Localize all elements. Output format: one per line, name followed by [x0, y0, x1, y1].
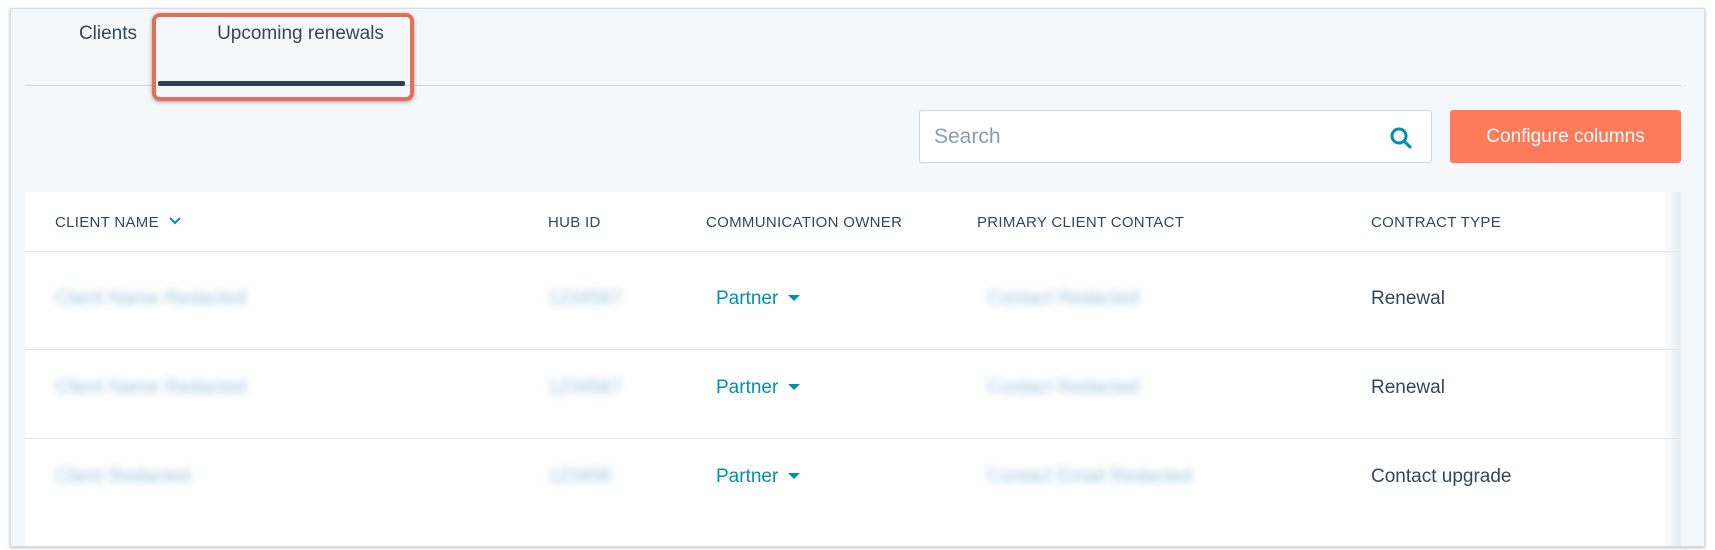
configure-columns-button[interactable]: Configure columns: [1450, 110, 1681, 163]
tab-clients[interactable]: Clients: [53, 9, 163, 72]
column-header-communication-owner[interactable]: COMMUNICATION OWNER: [706, 214, 902, 231]
primary-contact-link[interactable]: Contact Redacted: [987, 288, 1139, 310]
table-header: CLIENT NAME HUB ID COMMUNICATION OWNER P…: [25, 192, 1681, 252]
chevron-down-icon[interactable]: [169, 217, 182, 225]
annotation-highlight-box: [152, 13, 414, 101]
owner-label: Partner: [716, 288, 779, 309]
app-frame: Clients Upcoming renewals Configure colu…: [10, 8, 1705, 547]
column-header-hub-id[interactable]: HUB ID: [548, 214, 601, 231]
owner-label: Partner: [716, 466, 779, 487]
clients-table: CLIENT NAME HUB ID COMMUNICATION OWNER P…: [25, 192, 1681, 546]
hub-id-cell: 123456: [548, 466, 612, 487]
client-name-link[interactable]: Client Name Redacted: [55, 288, 246, 310]
contract-type-cell: Contact upgrade: [1371, 466, 1512, 487]
table-row: Client Name Redacted 1234567 Partner Con…: [25, 252, 1681, 350]
column-header-label: CLIENT NAME: [55, 214, 159, 231]
owner-label: Partner: [716, 377, 779, 398]
client-name-link[interactable]: Client Name Redacted: [55, 377, 246, 399]
search-input[interactable]: [920, 111, 1374, 162]
configure-columns-label: Configure columns: [1486, 125, 1645, 147]
client-name-link[interactable]: Client Redacted: [55, 466, 190, 488]
communication-owner-dropdown[interactable]: Partner: [716, 377, 801, 399]
table-row: Client Name Redacted 1234567 Partner Con…: [25, 341, 1681, 439]
primary-contact-link[interactable]: Contact Redacted: [987, 377, 1139, 399]
tab-clients-label: Clients: [78, 23, 138, 44]
communication-owner-dropdown[interactable]: Partner: [716, 288, 801, 310]
caret-down-icon: [788, 473, 801, 479]
column-header-contract-type[interactable]: CONTRACT TYPE: [1371, 214, 1501, 231]
contract-type-cell: Renewal: [1371, 377, 1445, 398]
column-header-client-name[interactable]: CLIENT NAME: [55, 214, 182, 231]
caret-down-icon: [788, 384, 801, 390]
column-header-primary-client-contact[interactable]: PRIMARY CLIENT CONTACT: [977, 214, 1184, 231]
caret-down-icon: [788, 295, 801, 301]
primary-contact-link[interactable]: Contact Email Redacted: [987, 466, 1192, 488]
communication-owner-dropdown[interactable]: Partner: [716, 466, 801, 488]
hub-id-cell: 1234567: [548, 288, 622, 309]
table-row: Client Redacted 123456 Partner Contact E…: [25, 430, 1681, 527]
hub-id-cell: 1234567: [548, 377, 622, 398]
scroll-fade: [1663, 192, 1681, 546]
search-icon[interactable]: [1389, 126, 1413, 150]
contract-type-cell: Renewal: [1371, 288, 1445, 309]
search-box[interactable]: [919, 110, 1432, 163]
